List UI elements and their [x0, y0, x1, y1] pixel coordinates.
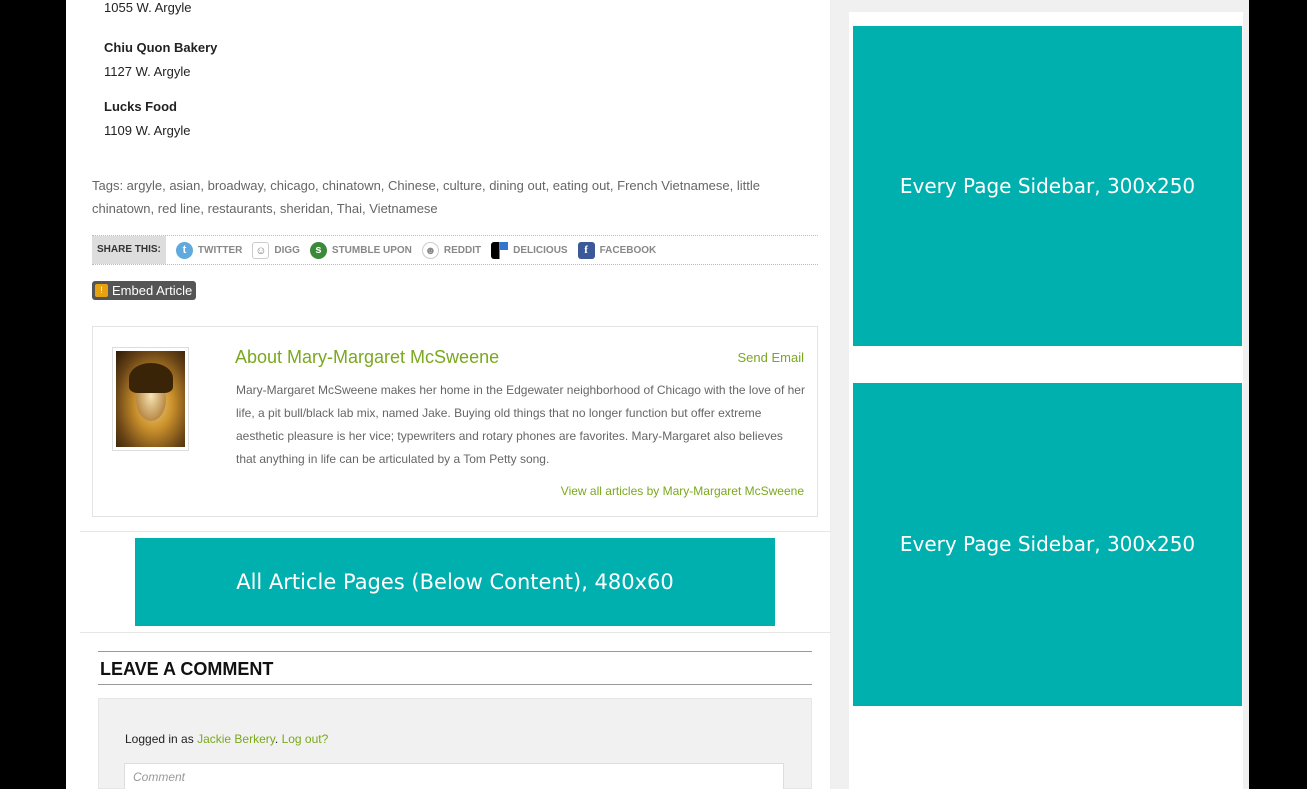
- leave-comment-heading: LEAVE A COMMENT: [98, 651, 812, 685]
- divider: [80, 531, 831, 532]
- share-bar: SHARE THIS: t TWITTER ☺ DIGG s STUMBLE U…: [92, 235, 818, 265]
- ad-sidebar-1[interactable]: Every Page Sidebar, 300x250: [853, 26, 1242, 346]
- digg-icon: ☺: [252, 241, 270, 259]
- comment-form: Logged in as Jackie Berkery. Log out? Co…: [98, 698, 812, 789]
- article-tags: Tags: argyle, asian, broadway, chicago, …: [92, 178, 760, 216]
- delicious-icon: [491, 241, 509, 259]
- column-gutter: [831, 0, 843, 789]
- embed-label: Embed Article: [112, 283, 193, 298]
- author-avatar[interactable]: [112, 347, 189, 451]
- share-digg-link[interactable]: ☺ DIGG: [252, 241, 300, 259]
- comment-input[interactable]: Comment: [124, 763, 784, 789]
- venue-name: Lucks Food: [104, 99, 177, 114]
- share-stumbleupon-label: STUMBLE UPON: [331, 244, 412, 256]
- author-photo: [116, 351, 185, 447]
- sidebar: Every Page Sidebar, 300x250 Every Page S…: [843, 0, 1249, 789]
- twitter-icon: t: [175, 241, 193, 259]
- facebook-icon: f: [577, 241, 595, 259]
- ad-sidebar-1-label: Every Page Sidebar, 300x250: [899, 173, 1196, 198]
- share-stumbleupon-link[interactable]: s STUMBLE UPON: [309, 241, 412, 259]
- logged-in-prefix: Logged in as: [125, 732, 194, 746]
- embed-article-button[interactable]: ! Embed Article: [92, 281, 197, 300]
- author-bio: Mary-Margaret McSweene makes her home in…: [236, 383, 805, 466]
- logged-in-status: Logged in as Jackie Berkery. Log out?: [125, 732, 329, 746]
- share-reddit-label: REDDIT: [443, 244, 482, 256]
- user-link[interactable]: Jackie Berkery: [197, 732, 275, 746]
- embed-icon: !: [95, 284, 108, 297]
- venue-name: Chiu Quon Bakery: [104, 40, 218, 55]
- share-delicious-label: DELICIOUS: [513, 244, 568, 256]
- author-title[interactable]: About Mary-Margaret McSweene: [235, 347, 499, 368]
- ad-sidebar-2[interactable]: Every Page Sidebar, 300x250: [853, 383, 1242, 706]
- share-facebook-link[interactable]: f FACEBOOK: [577, 241, 657, 259]
- share-twitter-link[interactable]: t TWITTER: [175, 241, 243, 259]
- share-delicious-link[interactable]: DELICIOUS: [491, 241, 568, 259]
- ad-below-content[interactable]: All Article Pages (Below Content), 480x6…: [135, 538, 775, 626]
- divider: [80, 632, 831, 633]
- share-label: SHARE THIS:: [92, 236, 166, 264]
- author-box: About Mary-Margaret McSweene Send Email …: [92, 326, 818, 517]
- venue-address: 1055 W. Argyle: [104, 0, 192, 15]
- page: 1055 W. Argyle Chiu Quon Bakery 1127 W. …: [66, 0, 1249, 789]
- reddit-icon: ☻: [421, 241, 439, 259]
- send-email-link[interactable]: Send Email: [738, 350, 804, 365]
- stumbleupon-icon: s: [309, 241, 327, 259]
- share-twitter-label: TWITTER: [197, 244, 243, 256]
- logout-link[interactable]: Log out?: [282, 732, 329, 746]
- venue-item: 1055 W. Argyle: [104, 0, 191, 20]
- share-facebook-label: FACEBOOK: [599, 244, 657, 256]
- venue-item: Chiu Quon Bakery 1127 W. Argyle: [104, 36, 217, 84]
- share-reddit-link[interactable]: ☻ REDDIT: [421, 241, 482, 259]
- article-column: 1055 W. Argyle Chiu Quon Bakery 1127 W. …: [66, 0, 831, 789]
- share-digg-label: DIGG: [274, 244, 300, 256]
- venue-address: 1109 W. Argyle: [104, 123, 191, 138]
- view-all-articles-link[interactable]: View all articles by Mary-Margaret McSwe…: [561, 484, 804, 498]
- ad-sidebar-2-label: Every Page Sidebar, 300x250: [899, 532, 1196, 556]
- venue-item: Lucks Food 1109 W. Argyle: [104, 95, 190, 143]
- venue-address: 1127 W. Argyle: [104, 64, 191, 79]
